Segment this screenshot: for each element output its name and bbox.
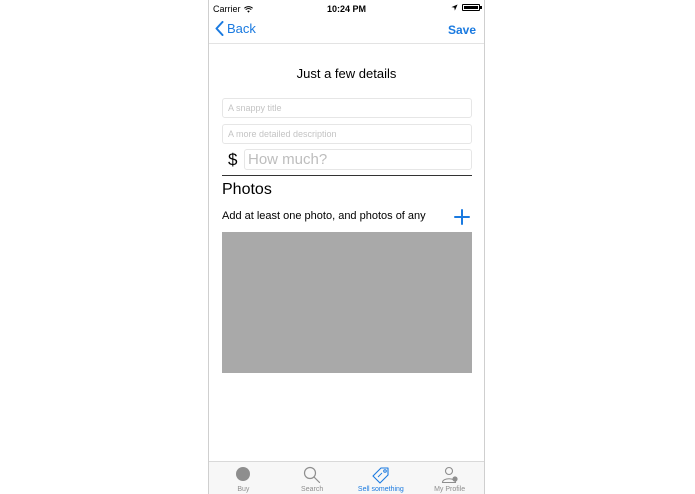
chevron-left-icon xyxy=(215,21,224,36)
description-input[interactable] xyxy=(222,124,472,144)
back-button[interactable]: Back xyxy=(215,21,256,36)
tab-buy[interactable]: Buy xyxy=(209,462,278,494)
tab-label: Sell something xyxy=(357,486,404,493)
tab-label: Buy xyxy=(237,486,250,493)
price-row: $ xyxy=(222,148,472,172)
tag-icon xyxy=(372,467,389,484)
photo-placeholder[interactable] xyxy=(222,232,472,373)
tab-my-profile[interactable]: My Profile xyxy=(415,462,484,494)
profile-icon xyxy=(441,466,458,484)
circle-icon xyxy=(236,467,251,481)
tab-label: My Profile xyxy=(434,486,466,493)
add-photo-icon[interactable] xyxy=(453,208,471,226)
phone-screen: Carrier 10:24 PM Back Save Just a few de… xyxy=(208,0,485,494)
price-input[interactable] xyxy=(244,149,472,170)
photos-heading: Photos xyxy=(222,181,272,198)
form-heading: Just a few details xyxy=(296,66,397,81)
tab-sell-something[interactable]: Sell something xyxy=(347,462,416,494)
back-label: Back xyxy=(227,21,256,36)
photos-hint: Add at least one photo, and photos of an… xyxy=(222,210,426,222)
section-divider xyxy=(222,175,472,176)
tab-bar: Buy Search Sell something My Profile xyxy=(209,461,484,494)
location-arrow-icon xyxy=(451,4,458,11)
search-icon xyxy=(304,466,321,484)
status-time: 10:24 PM xyxy=(326,4,367,14)
status-bar: Carrier 10:24 PM xyxy=(209,0,484,18)
tab-label: Search xyxy=(301,486,324,493)
battery-icon xyxy=(462,4,482,11)
tab-search[interactable]: Search xyxy=(278,462,347,494)
title-input[interactable] xyxy=(222,98,472,118)
currency-symbol: $ xyxy=(228,150,238,169)
save-button[interactable]: Save xyxy=(448,23,476,37)
navigation-bar: Back Save xyxy=(209,18,484,44)
status-right xyxy=(451,4,482,11)
